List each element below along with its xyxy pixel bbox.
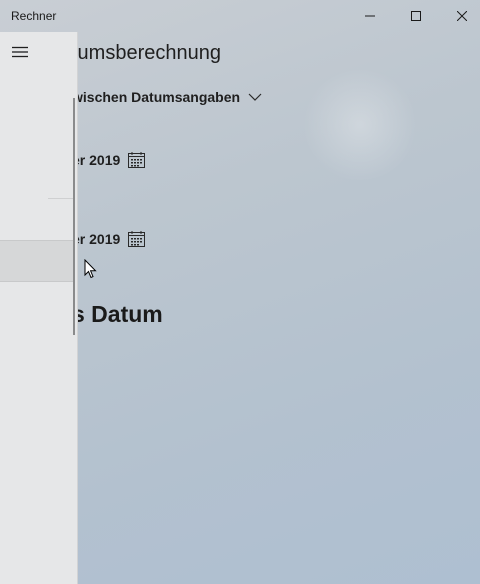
hamburger-icon	[12, 46, 28, 58]
from-date-value: er 2019	[72, 152, 121, 168]
nav-scrollbar[interactable]	[73, 98, 75, 335]
result-label: s Datum	[72, 301, 163, 327]
nav-item-selected[interactable]	[0, 240, 75, 282]
minimize-icon	[365, 15, 375, 17]
nav-divider	[48, 198, 75, 199]
mouse-cursor-icon	[84, 259, 97, 279]
calculation-mode-label: wischen Datumsangaben	[72, 89, 241, 105]
menu-button[interactable]	[0, 32, 40, 72]
title-bar[interactable]: Rechner	[0, 0, 480, 32]
minimize-button[interactable]	[347, 0, 393, 32]
page-title: tumsberechnung	[72, 42, 221, 64]
maximize-button[interactable]	[393, 0, 439, 32]
window-title: Rechner	[11, 9, 57, 23]
calendar-icon	[128, 231, 146, 247]
maximize-icon	[411, 11, 421, 21]
background-glow	[300, 70, 420, 180]
chevron-down-icon	[248, 93, 262, 101]
to-date-picker[interactable]: er 2019	[72, 228, 146, 250]
calendar-icon	[128, 152, 146, 168]
close-icon	[457, 11, 467, 21]
navigation-pane	[0, 32, 78, 584]
from-date-picker[interactable]: er 2019	[72, 149, 146, 171]
calculation-mode-dropdown[interactable]: wischen Datumsangaben	[72, 87, 262, 107]
to-date-value: er 2019	[72, 231, 121, 247]
calculator-window: Rechner tumsberechnung wischen Datumsang…	[0, 0, 480, 584]
close-button[interactable]	[439, 0, 480, 32]
